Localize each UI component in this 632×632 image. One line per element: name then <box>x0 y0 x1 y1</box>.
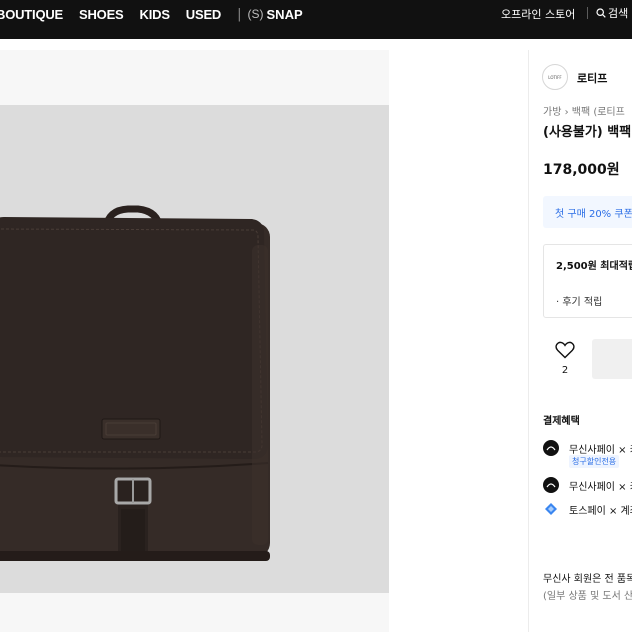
like-count: 2 <box>561 365 569 376</box>
nav-divider: | <box>237 6 242 22</box>
purchase-button[interactable] <box>592 339 632 379</box>
brand-logo[interactable]: LOTIFF <box>542 64 568 90</box>
top-navigation-bar: BOUTIQUE SHOES KIDS USED | (S) SNAP 오프라인… <box>0 0 632 39</box>
panel-divider <box>528 50 529 632</box>
backpack-photo <box>0 205 270 561</box>
billing-discount-badge: 청구할인전용 <box>569 455 620 468</box>
nav-item-boutique[interactable]: BOUTIQUE <box>0 7 63 22</box>
points-title: 2,500원 최대적립 <box>556 261 632 272</box>
payment-benefits-title: 결제혜택 <box>543 416 580 427</box>
snap-label: SNAP <box>266 6 303 22</box>
musinsa-pay-icon <box>543 477 559 493</box>
review-points-row: · 후기 적립 <box>556 297 603 308</box>
nav-item-kids[interactable]: KIDS <box>140 7 170 22</box>
nav-item-shoes[interactable]: SHOES <box>79 7 124 22</box>
product-title: (사용불가) 백팩 <box>543 125 632 140</box>
musinsa-pay-icon <box>543 440 559 456</box>
member-benefit-subnote: (일부 상품 및 도서 산 <box>543 591 632 602</box>
toss-pay-icon <box>543 501 559 517</box>
main-nav: BOUTIQUE SHOES KIDS USED | (S) SNAP <box>0 0 303 28</box>
points-box: 2,500원 최대적립 · 후기 적립 <box>543 244 632 318</box>
like-button[interactable]: 2 <box>552 341 578 376</box>
search-icon <box>596 8 606 18</box>
benefit-row[interactable]: 토스페이 × 계좌 <box>543 501 632 517</box>
benefit-row[interactable]: 무신사페이 × 카 <box>543 440 632 456</box>
coupon-banner[interactable]: 첫 구매 20% 쿠폰 <box>543 196 632 228</box>
brand-logo-text: LOTIFF <box>548 74 562 80</box>
benefit-label: 무신사페이 × 카 <box>569 481 632 493</box>
coupon-text: 첫 구매 20% 쿠폰 <box>555 209 632 220</box>
snap-prefix: (S) <box>247 7 264 21</box>
nav-item-snap[interactable]: (S) SNAP <box>248 7 303 22</box>
breadcrumb[interactable]: 가방 › 백팩 (로티프 <box>543 103 625 118</box>
benefit-row[interactable]: 무신사페이 × 카 <box>543 477 632 493</box>
benefit-label: 무신사페이 × 카 <box>569 444 632 456</box>
member-benefit-note: 무신사 회원은 전 품목 <box>543 574 632 585</box>
top-bar-divider <box>587 7 588 19</box>
product-price: 178,000원 <box>543 162 620 178</box>
search-button[interactable]: 검색 <box>596 5 628 21</box>
nav-item-used[interactable]: USED <box>186 7 222 22</box>
product-image[interactable] <box>0 105 389 593</box>
offline-store-link[interactable]: 오프라인 스토어 <box>501 6 575 22</box>
search-label: 검색 <box>608 7 629 20</box>
benefit-label: 토스페이 × 계좌 <box>569 505 632 517</box>
heart-icon <box>555 341 575 359</box>
brand-name[interactable]: 로티프 <box>577 70 607 86</box>
